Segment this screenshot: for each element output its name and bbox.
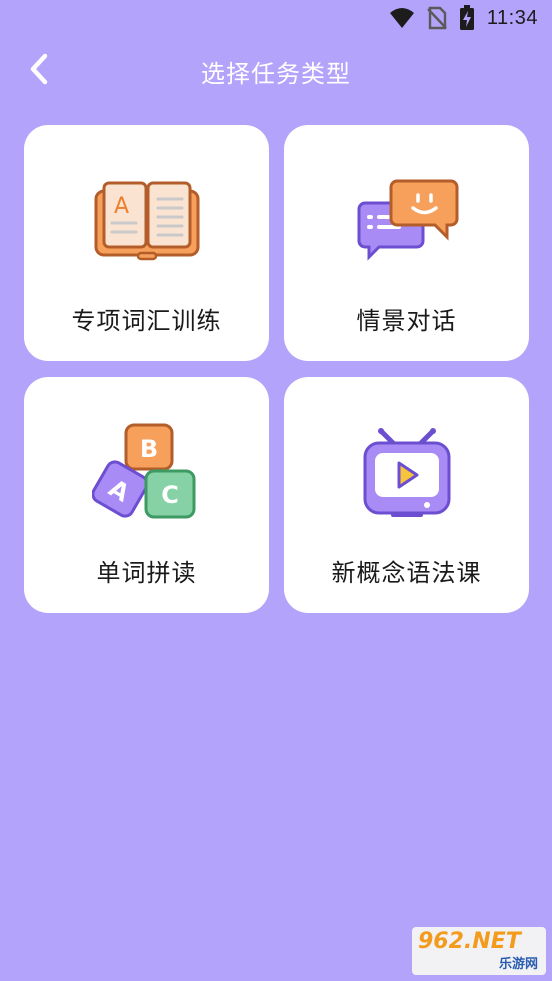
task-grid: A 专项词汇训练 情景对话 B A C 单词拼读 新概念语法课 — [24, 125, 529, 613]
task-label: 专项词汇训练 — [71, 307, 222, 335]
book-letter: A — [114, 194, 129, 219]
block-letter-b: B — [139, 435, 157, 463]
task-card-vocabulary[interactable]: A 专项词汇训练 — [24, 125, 269, 361]
page-title: 选择任务类型 — [201, 60, 351, 88]
open-book-icon: A — [94, 181, 199, 261]
wifi-icon — [389, 8, 414, 28]
watermark-brand: 962.NET — [418, 929, 521, 954]
watermark-sub: 乐游网 — [498, 957, 538, 972]
header: 选择任务类型 — [0, 36, 552, 102]
task-card-phonics[interactable]: B A C 单词拼读 — [24, 377, 269, 613]
chat-bubbles-icon — [357, 179, 458, 261]
status-bar: 11:34 — [0, 0, 552, 36]
battery-charging-icon — [459, 5, 474, 30]
block-letter-c: C — [161, 481, 179, 509]
watermark: 962.NET 乐游网 — [412, 927, 546, 975]
status-time: 11:34 — [486, 6, 538, 29]
abc-blocks-icon: B A C — [91, 423, 195, 519]
task-label: 新概念语法课 — [331, 559, 482, 587]
tv-play-icon — [363, 428, 450, 517]
task-card-grammar[interactable]: 新概念语法课 — [284, 377, 529, 613]
task-card-dialogue[interactable]: 情景对话 — [284, 125, 529, 361]
no-sim-icon — [427, 6, 447, 30]
task-label: 情景对话 — [356, 307, 457, 335]
task-label: 单词拼读 — [96, 559, 197, 587]
